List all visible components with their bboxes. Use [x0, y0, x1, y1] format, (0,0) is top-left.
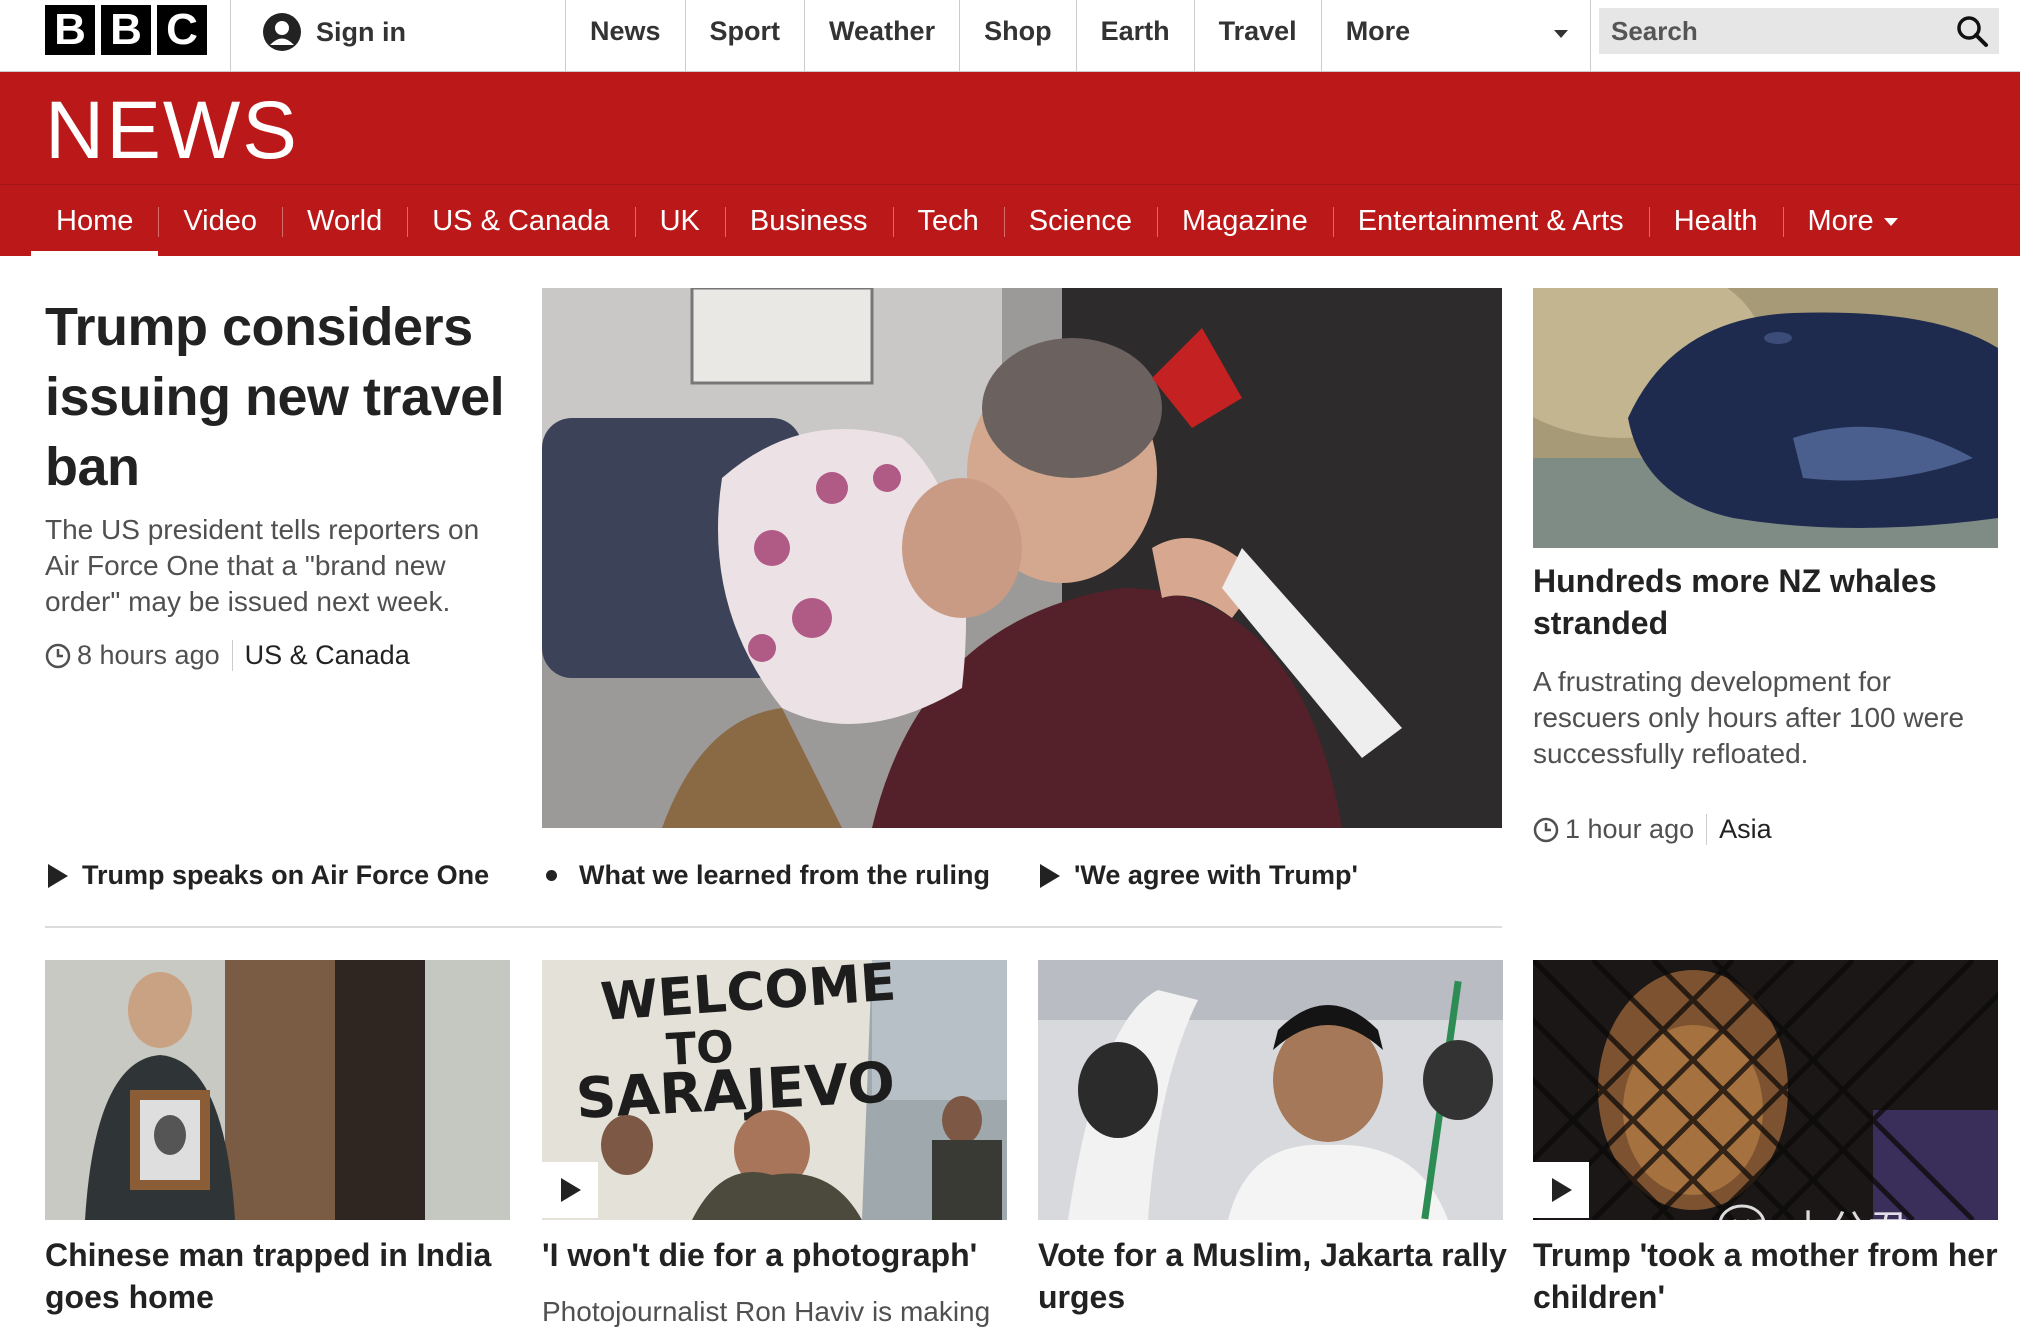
play-icon [48, 863, 68, 888]
sign-in-button[interactable]: Sign in [262, 12, 406, 52]
nav-more-label: More [1345, 16, 1411, 46]
section-video[interactable]: Video [158, 185, 282, 257]
section-science[interactable]: Science [1003, 185, 1157, 257]
lead-meta: 8 hours ago US & Canada [45, 640, 410, 671]
section-entertainment-arts[interactable]: Entertainment & Arts [1332, 185, 1649, 257]
card-headline[interactable]: 'I won't die for a photograph' [542, 1234, 1012, 1276]
embrace-photo [542, 288, 1502, 828]
play-icon [1552, 1178, 1572, 1202]
logo-letter: B [45, 5, 95, 55]
section-health[interactable]: Health [1648, 185, 1783, 257]
old-man-photo [45, 960, 510, 1220]
bullet-icon [546, 870, 557, 881]
clock-icon [1533, 817, 1559, 842]
section-magazine[interactable]: Magazine [1156, 185, 1333, 257]
nav-weather[interactable]: Weather [804, 0, 959, 71]
side-story-image[interactable] [1533, 288, 1998, 548]
search-icon[interactable] [1955, 14, 1989, 48]
card-summary: Photojournalist Ron Haviv is making [542, 1296, 991, 1327]
section-more-dropdown[interactable]: More [1782, 185, 1923, 257]
card-image[interactable] [1533, 960, 1998, 1220]
woman-behind-fence-photo [1533, 960, 1998, 1220]
side-story-headline[interactable]: Hundreds more NZ whales stranded [1533, 560, 1983, 644]
section-uk[interactable]: UK [634, 185, 725, 257]
user-icon [263, 13, 301, 51]
search-input[interactable] [1599, 8, 1939, 54]
section-business[interactable]: Business [724, 185, 893, 257]
video-play-button[interactable] [542, 1162, 598, 1218]
section-us-canada[interactable]: US & Canada [407, 185, 634, 257]
watermark: 十分君 [1718, 1198, 1908, 1256]
logo-letter: B [101, 5, 151, 55]
global-nav: News Sport Weather Shop Earth Travel Mor… [565, 0, 1591, 71]
global-header: B B C Sign in News Sport Weather Shop Ea… [0, 0, 2020, 72]
nav-earth[interactable]: Earth [1075, 0, 1194, 71]
logo-letter: C [157, 5, 207, 55]
chat-bubble-icon [1718, 1204, 1778, 1249]
card-image[interactable] [1038, 960, 1503, 1220]
nav-travel[interactable]: Travel [1193, 0, 1321, 71]
side-story-meta: 1 hour ago Asia [1533, 814, 1772, 845]
watermark-text: 十分君 [1788, 1208, 1908, 1254]
section-more-label: More [1807, 204, 1874, 237]
card-image[interactable]: WELCOME TO SARAJEVO [542, 960, 1007, 1220]
related-link[interactable]: What we learned from the ruling [542, 860, 990, 891]
related-link[interactable]: 'We agree with Trump' [1040, 860, 1358, 891]
nav-news[interactable]: News [565, 0, 685, 71]
card-image[interactable] [45, 960, 510, 1220]
related-link-label: What we learned from the ruling [579, 860, 991, 890]
lead-summary: The US president tells reporters on Air … [45, 514, 480, 617]
side-story-section-link[interactable]: Asia [1706, 814, 1772, 845]
related-link-label: 'We agree with Trump' [1074, 860, 1358, 890]
bbc-logo[interactable]: B B C [45, 5, 207, 55]
section-home[interactable]: Home [31, 185, 159, 257]
search-box [1599, 8, 1999, 54]
related-link-label: Trump speaks on Air Force One [82, 860, 490, 890]
clock-icon [45, 643, 71, 668]
divider [230, 0, 231, 71]
sign-in-label: Sign in [316, 16, 406, 47]
side-story-summary: A frustrating development for rescuers o… [1533, 666, 1965, 769]
section-tech[interactable]: Tech [892, 185, 1004, 257]
card-headline[interactable]: Vote for a Muslim, Jakarta rally urges [1038, 1234, 1508, 1318]
related-link[interactable]: Trump speaks on Air Force One [48, 860, 489, 891]
play-icon [561, 1178, 581, 1202]
lead-timestamp: 8 hours ago [77, 640, 220, 670]
news-logo[interactable]: NEWS [45, 86, 299, 176]
news-masthead: NEWS [0, 72, 2020, 184]
whale-photo [1533, 288, 1998, 548]
lead-headline[interactable]: Trump considers issuing new travel ban [45, 292, 515, 502]
card-headline[interactable]: Chinese man trapped in India goes home [45, 1234, 515, 1318]
news-section-nav: Home Video World US & Canada UK Business… [0, 184, 2020, 257]
chevron-down-icon [1883, 217, 1898, 226]
sarajevo-photo: WELCOME TO SARAJEVO [542, 960, 1007, 1220]
lead-section-link[interactable]: US & Canada [231, 640, 410, 671]
jakarta-rally-photo [1038, 960, 1503, 1220]
lead-image[interactable] [542, 288, 1502, 828]
nav-more-dropdown[interactable]: More [1320, 0, 1591, 71]
nav-shop[interactable]: Shop [959, 0, 1076, 71]
side-story-timestamp: 1 hour ago [1565, 814, 1695, 844]
nav-sport[interactable]: Sport [684, 0, 805, 71]
video-play-button[interactable] [1533, 1162, 1589, 1218]
play-icon [1040, 863, 1060, 888]
chevron-down-icon [1553, 30, 1568, 38]
section-divider [45, 926, 1502, 928]
section-world[interactable]: World [282, 185, 407, 257]
